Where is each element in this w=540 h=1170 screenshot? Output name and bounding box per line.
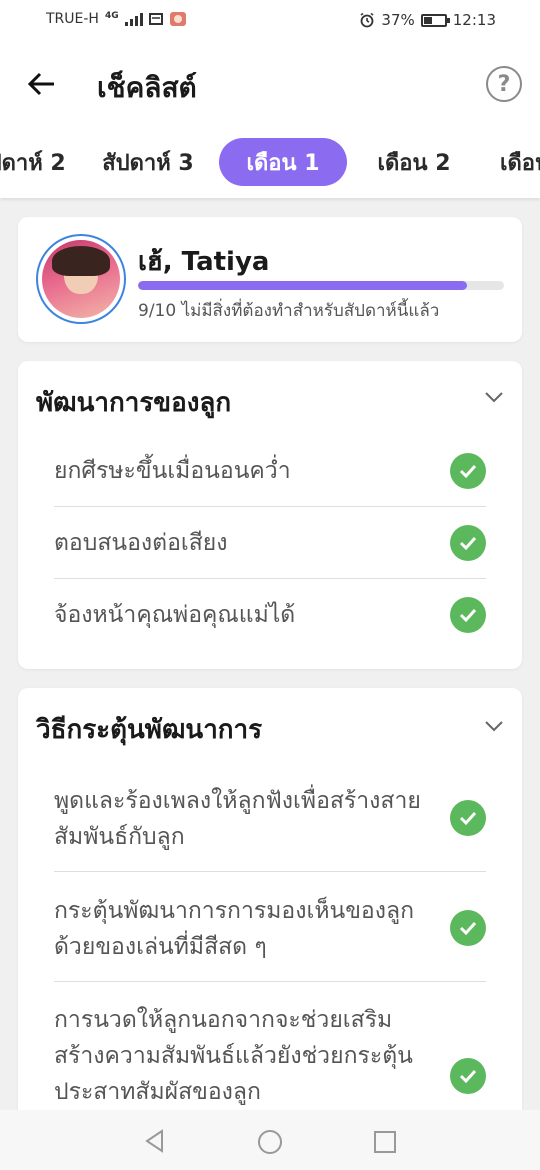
network-label: 4G: [104, 11, 119, 21]
status-bar: TRUE-H 4G 37% 12:13: [0, 0, 540, 42]
check-icon[interactable]: [450, 597, 486, 633]
check-icon[interactable]: [450, 910, 486, 946]
system-nav-bar: [0, 1110, 540, 1170]
check-icon[interactable]: [450, 1058, 486, 1094]
signal-icon: [124, 12, 143, 26]
checklist-item[interactable]: กระตุ้นพัฒนาการการมองเห็นของลูกด้วยของเล…: [54, 872, 486, 982]
item-label: กระตุ้นพัฒนาการการมองเห็นของลูกด้วยของเล…: [54, 898, 414, 960]
tab-month-2[interactable]: เดือน 2: [370, 138, 458, 186]
section-title: วิธีกระตุ้นพัฒนาการ: [36, 715, 263, 745]
app-header: เช็คลิสต์ ?: [0, 42, 540, 126]
section-stimulation-tips: วิธีกระตุ้นพัฒนาการ พูดและร้องเพลงให้ลูก…: [18, 688, 522, 1138]
avatar[interactable]: [36, 234, 126, 324]
section-child-development: พัฒนาการของลูก ยกศีรษะขึ้นเมื่อนอนคว่ำ ต…: [18, 361, 522, 669]
progress-fill: [138, 281, 468, 290]
clock: 12:13: [452, 11, 496, 29]
checklist-item[interactable]: ตอบสนองต่อเสียง: [54, 507, 486, 579]
checklist-item[interactable]: จ้องหน้าคุณพ่อคุณแม่ได้: [54, 579, 486, 651]
nav-home-icon[interactable]: [257, 1129, 283, 1155]
help-icon: ?: [497, 71, 511, 97]
arrow-left-icon: [27, 72, 54, 96]
battery-percent: 37%: [381, 11, 415, 29]
status-left: TRUE-H 4G: [46, 11, 187, 27]
item-label: ยกศีรษะขึ้นเมื่อนอนคว่ำ: [54, 458, 291, 484]
tab-week-2[interactable]: สัปดาห์ 2: [0, 138, 70, 186]
avatar-photo: [42, 240, 120, 318]
tab-label: เดือน 3: [500, 150, 540, 176]
progress-text: 9/10 ไม่มีสิ่งที่ต้องทำสำหรับสัปดาห์นี้แ…: [138, 301, 440, 321]
checklist-item[interactable]: ยกศีรษะขึ้นเมื่อนอนคว่ำ: [54, 435, 486, 507]
chevron-down-icon[interactable]: [484, 716, 504, 736]
tab-label: สัปดาห์ 2: [0, 150, 66, 176]
profile-card: เฮ้, Tatiya 9/10 ไม่มีสิ่งที่ต้องทำสำหรั…: [18, 217, 522, 342]
item-label: การนวดให้ลูกนอกจากจะช่วยเสริมสร้างความสั…: [54, 1007, 413, 1105]
status-right: 37% 12:13: [359, 11, 496, 29]
message-icon: [148, 13, 163, 25]
check-icon[interactable]: [450, 453, 486, 489]
tab-month-1[interactable]: เดือน 1: [219, 138, 347, 186]
carrier-label: TRUE-H: [46, 11, 99, 27]
page-title: เช็คลิสต์: [97, 71, 197, 104]
checklist-item[interactable]: พูดและร้องเพลงให้ลูกฟังเพื่อสร้างสายสัมพ…: [54, 762, 486, 872]
section-title: พัฒนาการของลูก: [36, 388, 232, 418]
item-label: พูดและร้องเพลงให้ลูกฟังเพื่อสร้างสายสัมพ…: [54, 788, 421, 850]
period-tabs: สัปดาห์ 2 สัปดาห์ 3 เดือน 1 เดือน 2 เดือ…: [0, 126, 540, 198]
nav-recents-icon[interactable]: [373, 1130, 397, 1154]
check-icon[interactable]: [450, 800, 486, 836]
back-button[interactable]: [24, 64, 64, 104]
tab-month-3[interactable]: เดือน 3: [500, 138, 540, 186]
tab-label: สัปดาห์ 3: [102, 150, 194, 176]
progress-bar: [138, 281, 504, 290]
chevron-down-icon[interactable]: [484, 387, 504, 407]
alarm-icon: [360, 12, 374, 28]
battery-icon: [420, 13, 450, 27]
item-label: ตอบสนองต่อเสียง: [54, 530, 228, 556]
nav-back-icon[interactable]: [143, 1129, 167, 1153]
check-icon[interactable]: [450, 525, 486, 561]
greeting: เฮ้, Tatiya: [138, 247, 270, 277]
tab-label: เดือน 2: [377, 150, 451, 176]
item-label: จ้องหน้าคุณพ่อคุณแม่ได้: [54, 602, 296, 628]
tab-week-3[interactable]: สัปดาห์ 3: [98, 138, 198, 186]
help-button[interactable]: ?: [486, 66, 522, 102]
app-notification-icon: [169, 12, 186, 26]
tab-label: เดือน 1: [246, 150, 320, 176]
